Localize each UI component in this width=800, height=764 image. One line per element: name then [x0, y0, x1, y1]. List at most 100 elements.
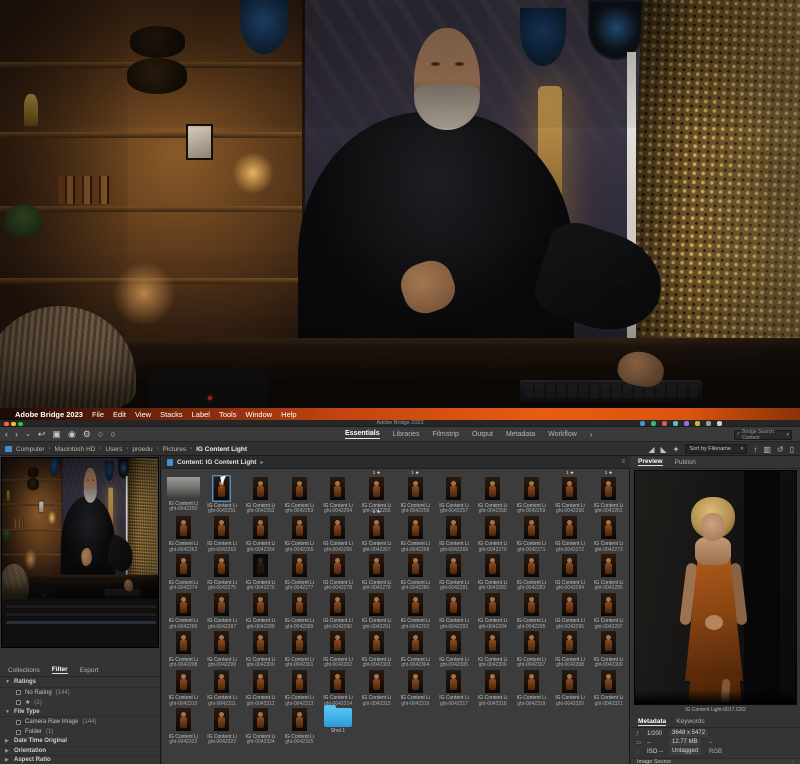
- grid-item[interactable]: IG Content Light-0042300: [241, 624, 280, 663]
- filter-item[interactable]: No Rating(144): [0, 688, 161, 698]
- grid-item[interactable]: IG Content Light-0042311: [203, 663, 242, 702]
- menu-item-stacks[interactable]: Stacks: [160, 410, 183, 419]
- grid-item[interactable]: IG Content Light-0042315: [357, 663, 396, 702]
- menu-item-help[interactable]: Help: [281, 410, 296, 419]
- status-icon[interactable]: [651, 421, 656, 426]
- breadcrumb-item[interactable]: Pictures: [163, 446, 186, 453]
- breadcrumb-item[interactable]: Macintosh HD: [55, 446, 96, 453]
- grid-item[interactable]: IG Content Light-0042259: [512, 470, 551, 509]
- grid-item[interactable]: IG Content Light-0042250: [164, 470, 203, 509]
- filter-item[interactable]: Folder(1): [0, 727, 161, 737]
- tab-metadata[interactable]: Metadata: [506, 431, 535, 439]
- status-icon[interactable]: [684, 421, 689, 426]
- grid-item[interactable]: IG Content Light-0042298: [164, 624, 203, 663]
- grid-item[interactable]: 1 ★IG Content Light-0042256: [396, 470, 435, 509]
- grid-item[interactable]: IG Content Light-0042303: [357, 624, 396, 663]
- tab-keywords[interactable]: Keywords: [676, 718, 705, 725]
- breadcrumb-item[interactable]: proedu: [132, 446, 152, 453]
- grid-item[interactable]: IG Content Light-0042275: [203, 547, 242, 586]
- grid-item[interactable]: IG Content Light-0042287: [203, 586, 242, 625]
- status-icon[interactable]: [695, 421, 700, 426]
- tab-libraries[interactable]: Libraries: [393, 431, 420, 439]
- grid-item[interactable]: IG Content Light-0042314: [319, 663, 358, 702]
- tab-preview[interactable]: Preview: [638, 458, 663, 466]
- grid-item[interactable]: IG Content Light-0042262: [164, 509, 203, 548]
- sort-ascending-icon[interactable]: ↑: [753, 445, 757, 454]
- menu-item-view[interactable]: View: [135, 410, 151, 419]
- grid-item[interactable]: 1 ★IG Content Light-0042267: [357, 509, 396, 548]
- refine-icon[interactable]: ◉: [68, 427, 76, 442]
- menu-item-tools[interactable]: Tools: [219, 410, 237, 419]
- grid-item[interactable]: IG Content Light-0042280: [396, 547, 435, 586]
- content-header-chevron-icon[interactable]: ▸: [260, 459, 263, 466]
- grid-item[interactable]: IG Content Light-0042325: [280, 701, 319, 740]
- boomerang-return-icon[interactable]: ↩: [38, 427, 46, 442]
- grid-item[interactable]: IG Content Light-0042310: [164, 663, 203, 702]
- workspace-overflow-icon[interactable]: ›: [590, 430, 593, 439]
- grid-item[interactable]: IG Content Light-0042257: [435, 470, 474, 509]
- filter-item[interactable]: ★(2): [0, 698, 161, 708]
- app-menu-title[interactable]: Adobe Bridge 2023: [15, 410, 83, 419]
- filter-group[interactable]: ▶Aspect Ratio: [0, 756, 161, 764]
- grid-item[interactable]: IG Content Light-0042274: [164, 547, 203, 586]
- grid-item[interactable]: IG Content Light-0042271: [512, 509, 551, 548]
- grid-item[interactable]: IG Content Light-0042292: [396, 586, 435, 625]
- filter-item[interactable]: Camera Raw Image(144): [0, 717, 161, 727]
- grid-item[interactable]: IG Content Light-0042282: [473, 547, 512, 586]
- rotate-left-icon[interactable]: ↺: [777, 445, 784, 454]
- thumbnail-quality-icon[interactable]: ◢: [648, 445, 654, 454]
- grid-item[interactable]: IG Content Light-0042284: [551, 547, 590, 586]
- grid-item[interactable]: IG Content Light-0042269: [435, 509, 474, 548]
- filter-group[interactable]: ▼File Type: [0, 708, 161, 718]
- grid-item[interactable]: IG Content Light-0042281: [435, 547, 474, 586]
- tab-export[interactable]: Export: [80, 667, 99, 674]
- grid-item[interactable]: IG Content Light-0042272: [551, 509, 590, 548]
- grid-item[interactable]: IG Content Light-0042264: [241, 509, 280, 548]
- grid-item[interactable]: IG Content Light-0042263: [203, 509, 242, 548]
- grid-item[interactable]: IG Content Light-0042318: [473, 663, 512, 702]
- grid-item[interactable]: IG Content Light-0042288: [241, 586, 280, 625]
- grid-item[interactable]: IG Content Light-0042316: [396, 663, 435, 702]
- grid-item[interactable]: IG Content Light-0042253: [280, 470, 319, 509]
- thumbnail-quality-hq-icon[interactable]: ◣: [660, 445, 666, 454]
- sort-dropdown[interactable]: Sort by Filename ▾: [685, 444, 747, 454]
- grid-item[interactable]: IG Content Light-0042291: [357, 586, 396, 625]
- tab-filmstrip[interactable]: Filmstrip: [433, 431, 459, 439]
- tab-output[interactable]: Output: [472, 431, 493, 439]
- grid-item[interactable]: IG Content Light-0042324: [241, 701, 280, 740]
- grid-item[interactable]: IG Content Light-0042285: [589, 547, 628, 586]
- menu-item-label[interactable]: Label: [192, 410, 210, 419]
- status-icon[interactable]: [673, 421, 678, 426]
- checkbox-icon[interactable]: [16, 700, 21, 705]
- breadcrumb-item[interactable]: Computer: [16, 446, 45, 453]
- content-header-menu-icon[interactable]: ≡: [621, 459, 625, 465]
- grid-item[interactable]: IG Content Light-0042307: [512, 624, 551, 663]
- status-icon[interactable]: [706, 421, 711, 426]
- search-input[interactable]: ⌕ Bridge Search: Content ▾: [734, 430, 792, 440]
- grid-item[interactable]: IG Content Light-0042276: [241, 547, 280, 586]
- grid-item[interactable]: IG Content Light-0042252: [241, 470, 280, 509]
- forward-button[interactable]: ›: [15, 427, 18, 442]
- grid-item[interactable]: 1 ★IG Content Light-0042261: [589, 470, 628, 509]
- filter-group[interactable]: ▶Date Time Original: [0, 737, 161, 747]
- grid-item[interactable]: IG Content Light-0042273: [589, 509, 628, 548]
- status-icon[interactable]: [640, 421, 645, 426]
- camera-import-icon[interactable]: ▣: [52, 427, 61, 442]
- back-button[interactable]: ‹: [5, 427, 8, 442]
- grid-item[interactable]: IG Content Light-0042290: [319, 586, 358, 625]
- grid-item[interactable]: IG Content Light-0042268: [396, 509, 435, 548]
- grid-item[interactable]: IG Content Light-0042296: [551, 586, 590, 625]
- tab-publish[interactable]: Publish: [675, 459, 696, 466]
- grid-item[interactable]: IG Content Light-0042321: [589, 663, 628, 702]
- grid-item[interactable]: IG Content Light-0042299: [203, 624, 242, 663]
- grid-item[interactable]: IG Content Light-0042266: [319, 509, 358, 548]
- grid-item[interactable]: IG Content Light-0042317: [435, 663, 474, 702]
- breadcrumb-item[interactable]: IG Content Light: [196, 446, 247, 453]
- grid-item[interactable]: IG Content Light-0042306: [473, 624, 512, 663]
- grid-item[interactable]: IG Content Light-0042286: [164, 586, 203, 625]
- grid-item[interactable]: IG Content Light-0042295: [512, 586, 551, 625]
- grid-item-folder[interactable]: Shot 1: [319, 701, 358, 740]
- checkbox-icon[interactable]: [16, 690, 21, 695]
- grid-item[interactable]: IG Content Light-0042320: [551, 663, 590, 702]
- grid-item[interactable]: IG Content Light-0042251: [203, 470, 242, 509]
